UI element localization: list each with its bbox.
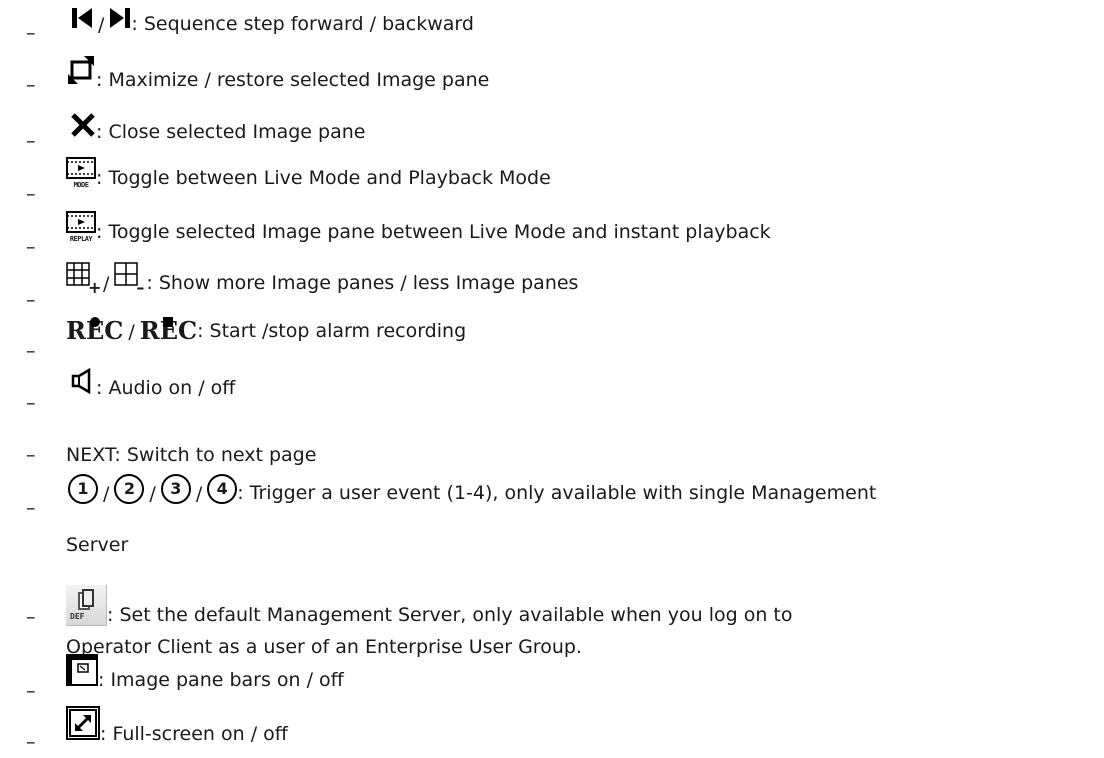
list-item: MODE : Toggle between Live Mode and Play… [66,157,551,189]
item-text: : Maximize / restore selected Image pane [96,69,490,91]
list-bullet: – [26,74,36,96]
step-forward-icon [109,6,131,35]
user-event-2-icon: 2 [114,474,145,504]
list-item: DEF : Set the default Management Server,… [66,585,793,626]
start-recording-icon: REC [66,316,124,345]
list-item: : Audio on / off [70,367,236,399]
user-event-1-icon: 1 [68,474,98,504]
item-text: NEXT: Switch to next page [66,444,317,466]
more-panes-icon: + [66,262,101,297]
item-text: : Show more Image panes / less Image pan… [146,272,579,294]
list-bullet: – [26,444,36,466]
list-bullet: – [26,130,36,152]
mode-icon: MODE [66,157,96,189]
list-bullet: – [26,289,36,311]
replay-icon: REPLAY [66,211,96,243]
separator: / [98,14,105,36]
list-item: : Close selected Image pane [70,112,365,143]
list-bullet: – [26,183,36,205]
item-text: : Audio on / off [96,377,236,399]
image-pane-bars-icon [66,654,98,691]
separator: / [195,483,203,505]
list-bullet: – [26,340,36,362]
default-server-icon: DEF [66,585,107,626]
fullscreen-icon [66,706,100,745]
item-text: : Close selected Image pane [96,121,366,143]
list-item: / : Sequence step forward / backward [71,6,474,35]
separator: / [103,273,110,295]
user-event-3-icon: 3 [160,474,191,504]
step-backward-icon [71,6,93,35]
maximize-restore-icon [66,54,96,91]
list-bullet: – [26,236,36,258]
item-text: : Trigger a user event (1-4), only avail… [237,482,877,504]
user-event-4-icon: 4 [207,474,238,504]
speaker-icon [70,367,96,399]
list-bullet: – [26,680,36,702]
list-item: : Full-screen on / off [66,706,288,745]
item-text: : Toggle selected Image pane between Liv… [96,221,771,243]
item-text: : Toggle between Live Mode and Playback … [96,167,551,189]
list-item: : Image pane bars on / off [66,654,344,691]
item-text: : Image pane bars on / off [98,669,344,691]
item-text-continuation: Server [66,534,129,556]
item-text: : Full-screen on / off [100,723,288,745]
stop-recording-icon: REC [139,316,198,345]
list-bullet: – [26,22,36,44]
list-item: REC / REC : Start /stop alarm recording [66,316,467,345]
list-item: NEXT: Switch to next page [66,444,316,466]
item-text: : Sequence step forward / backward [131,13,474,35]
list-bullet: – [26,392,36,414]
close-icon [70,112,96,143]
separator: / [103,483,110,505]
list-bullet: – [26,731,36,753]
list-item: + / – : Show more Image panes / less Ima… [66,262,579,297]
less-panes-icon: – [114,262,146,297]
item-text: : Start /stop alarm recording [197,320,467,342]
separator: / [128,321,135,343]
item-text: : Set the default Management Server, onl… [107,604,793,626]
list-bullet: – [26,606,36,628]
list-bullet: – [26,497,36,519]
list-item: REPLAY : Toggle selected Image pane betw… [66,211,771,243]
list-item: : Maximize / restore selected Image pane [66,54,489,91]
separator: / [149,483,156,505]
list-item: 1 / 2 / 3 / 4 : Trigger a user event (1-… [68,474,876,504]
